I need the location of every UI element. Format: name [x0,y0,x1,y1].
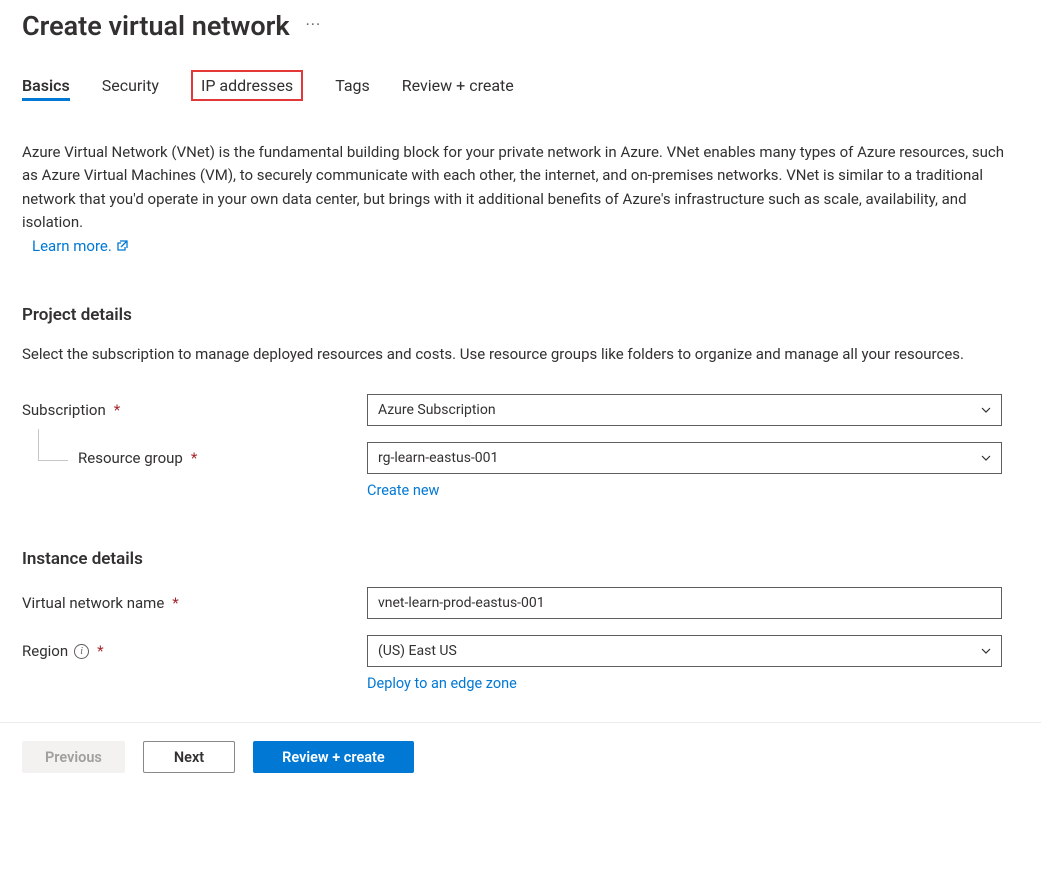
resource-group-label: Resource group * [22,449,367,467]
vnet-name-input[interactable] [367,587,1002,619]
create-new-link[interactable]: Create new [367,482,439,499]
learn-more-label: Learn more. [32,237,112,255]
vnet-name-label-text: Virtual network name [22,594,164,612]
tab-ip-addresses[interactable]: IP addresses [191,70,303,101]
next-button[interactable]: Next [143,741,235,773]
external-link-icon [116,240,128,252]
required-indicator: * [172,594,178,612]
project-details-heading: Project details [22,305,1041,325]
review-create-button[interactable]: Review + create [253,741,414,773]
page-title: Create virtual network [22,10,290,42]
region-label: Region i * [22,642,367,660]
deploy-edge-zone-link[interactable]: Deploy to an edge zone [367,675,517,692]
tab-basics[interactable]: Basics [22,70,70,101]
region-label-text: Region [22,642,68,660]
instance-details-heading: Instance details [22,549,1041,569]
tab-tags[interactable]: Tags [335,70,370,101]
more-icon[interactable]: ··· [306,15,322,38]
previous-button[interactable]: Previous [22,741,125,773]
footer-bar: Previous Next Review + create [22,723,1041,791]
info-icon[interactable]: i [74,644,89,659]
vnet-name-label: Virtual network name * [22,594,367,612]
project-details-desc: Select the subscription to manage deploy… [22,343,1012,366]
intro-text: Azure Virtual Network (VNet) is the fund… [22,141,1012,234]
region-select[interactable]: (US) East US [367,635,1002,667]
tab-security[interactable]: Security [102,70,159,101]
subscription-label: Subscription * [22,401,367,419]
wizard-tabs: Basics Security IP addresses Tags Review… [22,70,1041,101]
required-indicator: * [114,401,120,419]
tab-review-create[interactable]: Review + create [402,70,514,101]
subscription-label-text: Subscription [22,401,106,419]
resource-group-label-text: Resource group [78,449,183,467]
required-indicator: * [191,449,197,467]
required-indicator: * [97,642,103,660]
subscription-select[interactable]: Azure Subscription [367,394,1002,426]
learn-more-link[interactable]: Learn more. [32,237,128,255]
resource-group-select[interactable]: rg-learn-eastus-001 [367,442,1002,474]
tree-connector-icon [38,429,68,461]
